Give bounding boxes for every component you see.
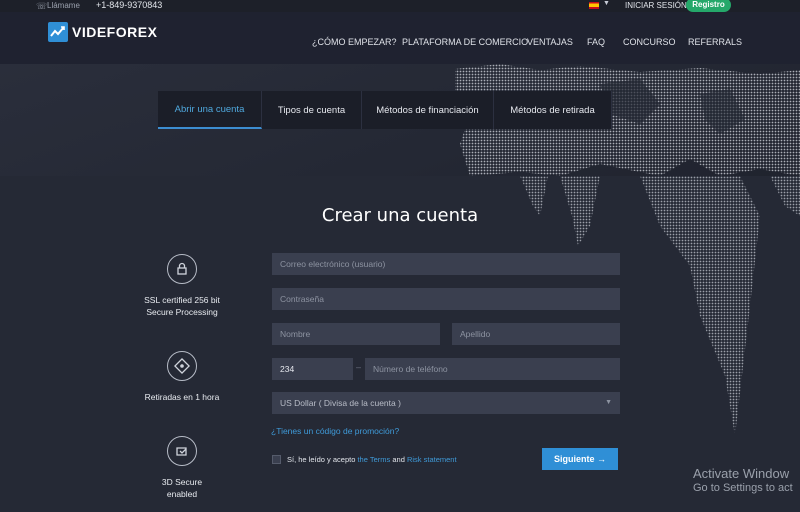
terms-checkbox[interactable]	[272, 455, 281, 464]
promo-code-link[interactable]: ¿Tienes un código de promoción?	[271, 426, 399, 436]
lock-icon	[167, 254, 197, 284]
phone-separator: –	[356, 362, 362, 372]
last-name-field[interactable]	[452, 323, 620, 345]
feature-3dsecure-line1: 3D Secure	[161, 477, 203, 487]
feature-ssl-line2: Secure Processing	[146, 307, 218, 317]
logo-text: VIDEFOREX	[72, 24, 158, 40]
withdraw-icon	[167, 351, 197, 381]
spain-flag-icon[interactable]	[589, 2, 599, 9]
feature-ssl-line1: SSL certified 256 bit	[144, 295, 220, 305]
register-button[interactable]: Registro	[686, 0, 731, 12]
login-link[interactable]: INICIAR SESIÓN	[625, 1, 687, 10]
page-title: Crear una cuenta	[321, 205, 479, 226]
logo[interactable]: VIDEFOREX	[48, 22, 157, 42]
terms-link[interactable]: the Terms	[357, 455, 390, 464]
terms-prefix: Sí, he leído y acepto	[287, 455, 358, 464]
email-field[interactable]	[272, 253, 620, 275]
tab-open-account[interactable]: Abrir una cuenta	[158, 91, 262, 129]
nav-referrals[interactable]: REFERRALS	[688, 37, 742, 47]
chevron-down-icon: ▼	[605, 399, 612, 406]
nav-como-empezar[interactable]: ¿CÓMO EMPEZAR?	[312, 37, 397, 47]
watermark-line2: Go to Settings to act	[693, 482, 793, 494]
country-code-field[interactable]	[272, 358, 353, 380]
terms-and: and	[390, 455, 407, 464]
tab-funding-methods[interactable]: Métodos de financiación	[362, 91, 494, 129]
feature-withdraw: Retiradas en 1 hora	[132, 351, 232, 403]
language-caret-icon[interactable]: ▼	[603, 0, 610, 7]
logo-icon	[48, 22, 68, 42]
watermark-line1: Activate Window	[693, 466, 790, 481]
nav-plataforma[interactable]: PLATAFORMA DE COMERCIO	[402, 37, 528, 47]
nav-faq[interactable]: FAQ	[587, 37, 605, 47]
feature-3dsecure: 3D Secure enabled	[132, 436, 232, 500]
first-name-field[interactable]	[272, 323, 440, 345]
call-me-link[interactable]: Llámame	[47, 1, 80, 10]
nav-ventajas[interactable]: VENTAJAS	[527, 37, 573, 47]
nav-concurso[interactable]: CONCURSO	[623, 37, 676, 47]
top-utility-bar: ☏ Llámame +1-849-9370843 ▼ INICIAR SESIÓ…	[0, 0, 800, 12]
risk-statement-link[interactable]: Risk statement	[407, 455, 457, 464]
terms-text: Sí, he leído y acepto the Terms and Risk…	[287, 455, 457, 464]
phone-icon[interactable]: ☏	[36, 1, 47, 12]
feature-3dsecure-line2: enabled	[166, 489, 198, 499]
hero-banner: Abrir una cuenta Tipos de cuenta Métodos…	[0, 64, 800, 176]
phone-number: +1-849-9370843	[96, 0, 163, 10]
windows-activation-watermark: Activate Window Go to Settings to act	[693, 466, 793, 494]
password-field[interactable]	[272, 288, 620, 310]
currency-select[interactable]: US Dollar ( Divisa de la cuenta ) ▼	[272, 392, 620, 414]
currency-select-value: US Dollar ( Divisa de la cuenta )	[280, 398, 401, 408]
account-tabs: Abrir una cuenta Tipos de cuenta Métodos…	[158, 91, 612, 129]
tab-account-types[interactable]: Tipos de cuenta	[262, 91, 362, 129]
3d-secure-icon	[167, 436, 197, 466]
main-header: VIDEFOREX ¿CÓMO EMPEZAR? PLATAFORMA DE C…	[0, 12, 800, 64]
tab-withdrawal-methods[interactable]: Métodos de retirada	[494, 91, 612, 129]
feature-ssl: SSL certified 256 bit Secure Processing	[132, 254, 232, 318]
next-button[interactable]: Siguiente →	[542, 448, 618, 470]
feature-withdraw-line1: Retiradas en 1 hora	[144, 392, 220, 402]
phone-field[interactable]	[365, 358, 620, 380]
